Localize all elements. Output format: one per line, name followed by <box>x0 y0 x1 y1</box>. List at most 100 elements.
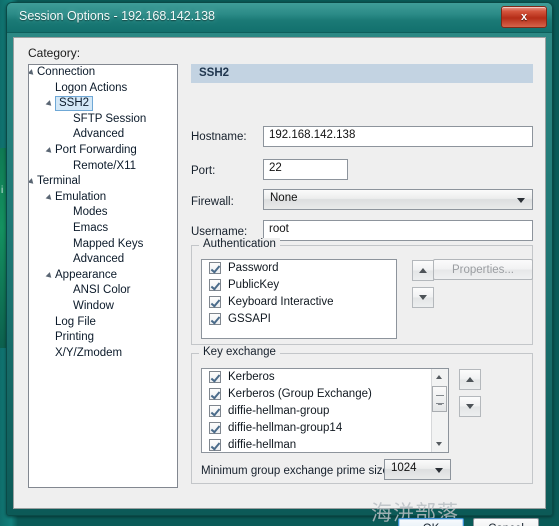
expand-triangle-icon[interactable] <box>29 65 39 81</box>
tree-item-label: Logon Actions <box>55 81 128 94</box>
scroll-down-icon[interactable] <box>432 436 447 452</box>
auth-item-label: PublicKey <box>228 279 280 291</box>
authentication-list[interactable]: Password PublicKey Keyboard Interactive GSS… <box>201 259 397 339</box>
tree-item-label: Advanced <box>73 253 125 266</box>
checkbox-icon[interactable] <box>209 422 221 434</box>
arrow-up-icon <box>466 377 474 382</box>
tree-item-logon-actions[interactable]: Logon Actions <box>29 81 177 97</box>
tree-item-log-file[interactable]: Log File <box>29 315 177 331</box>
checkbox-icon[interactable] <box>209 388 221 400</box>
kex-item[interactable]: diffie-hellman-group <box>202 403 432 420</box>
tree-item-ssh2[interactable]: SSH2 <box>29 96 177 112</box>
tree-item-remote-x11[interactable]: Remote/X11 <box>29 159 177 175</box>
chevron-down-icon <box>517 198 525 203</box>
checkbox-icon[interactable] <box>209 262 221 274</box>
kex-move-down-button[interactable] <box>459 396 481 417</box>
tree-item-label: Log File <box>55 315 96 328</box>
title-bar[interactable]: Session Options - 192.168.142.138 x <box>7 3 552 33</box>
tree-item-label: Remote/X11 <box>73 159 137 172</box>
prime-size-label: Minimum group exchange prime size: <box>201 465 393 477</box>
tree-item-connection[interactable]: Connection <box>29 65 177 81</box>
kex-item-label: diffie-hellman-group14 <box>228 422 343 434</box>
kex-item-label: Kerberos <box>228 371 275 383</box>
tree-item-emulation[interactable]: Emulation <box>29 190 177 206</box>
expand-triangle-icon[interactable] <box>45 268 57 284</box>
kex-item-label: Kerberos (Group Exchange) <box>228 388 372 400</box>
ok-button[interactable]: OK <box>398 518 464 526</box>
tree-item-terminal[interactable]: Terminal <box>29 174 177 190</box>
prime-size-value: 1024 <box>391 462 417 474</box>
auth-item[interactable]: GSSAPI <box>202 311 396 328</box>
tree-item-x-y-zmodem[interactable]: X/Y/Zmodem <box>29 346 177 362</box>
tree-item-mapped-keys[interactable]: Mapped Keys <box>29 237 177 253</box>
kex-item[interactable]: diffie-hellman-group14 <box>202 420 432 437</box>
session-options-window: Session Options - 192.168.142.138 x Cate… <box>6 2 553 526</box>
properties-button[interactable]: Properties... <box>433 259 533 280</box>
tree-item-label: Connection <box>37 66 96 78</box>
expand-triangle-icon[interactable] <box>45 143 57 159</box>
kex-item[interactable]: diffie-hellman <box>202 437 432 452</box>
tree-item-label: SSH2 <box>55 96 94 112</box>
checkbox-icon[interactable] <box>209 405 221 417</box>
close-icon[interactable]: x <box>501 6 547 28</box>
auth-item-label: Keyboard Interactive <box>228 296 334 308</box>
window-title: Session Options - 192.168.142.138 <box>19 9 215 23</box>
pane-header: SSH2 <box>191 64 533 83</box>
tree-item-appearance[interactable]: Appearance <box>29 268 177 284</box>
cancel-button[interactable]: Cancel <box>473 518 539 526</box>
checkbox-icon[interactable] <box>209 296 221 308</box>
kex-item[interactable]: Kerberos (Group Exchange) <box>202 386 432 403</box>
tree-item-label: Printing <box>55 331 94 344</box>
auth-item-label: GSSAPI <box>228 313 271 325</box>
tree-item-ansi-color[interactable]: ANSI Color <box>29 283 177 299</box>
auth-item[interactable]: Password <box>202 260 396 277</box>
tree-item-label: X/Y/Zmodem <box>55 346 123 359</box>
kex-move-up-button[interactable] <box>459 369 481 390</box>
hostname-input[interactable]: 192.168.142.138 <box>263 126 533 147</box>
port-label: Port: <box>191 165 216 177</box>
tree-item-sftp-session[interactable]: SFTP Session <box>29 112 177 128</box>
tree-item-window[interactable]: Window <box>29 299 177 315</box>
expand-triangle-icon[interactable] <box>45 96 57 112</box>
chevron-down-icon <box>435 468 443 473</box>
tree-item-label: Modes <box>73 206 108 219</box>
tree-item-label: Port Forwarding <box>55 143 137 156</box>
tree-item-label: Window <box>73 299 114 312</box>
tree-item-label: Mapped Keys <box>73 237 144 250</box>
username-label: Username: <box>191 226 248 238</box>
prime-size-select[interactable]: 1024 <box>384 459 451 480</box>
kex-item[interactable]: Kerberos <box>202 369 432 386</box>
checkbox-icon[interactable] <box>209 439 221 451</box>
tree-item-printing[interactable]: Printing <box>29 330 177 346</box>
category-tree[interactable]: Connection Logon Actions SSH2 SFTP Session A… <box>28 64 178 488</box>
arrow-down-icon <box>466 404 474 409</box>
tree-item-label: Emacs <box>73 221 109 234</box>
key-exchange-scrollbar[interactable] <box>431 369 448 452</box>
tree-item-label: Terminal <box>37 175 81 188</box>
kex-item-label: diffie-hellman <box>228 439 297 451</box>
expand-triangle-icon[interactable] <box>29 174 39 190</box>
tree-item-label: ANSI Color <box>73 284 131 297</box>
auth-move-down-button[interactable] <box>412 287 434 308</box>
port-input[interactable]: 22 <box>263 159 348 180</box>
auth-move-up-button[interactable] <box>412 260 434 281</box>
auth-item-label: Password <box>228 262 279 274</box>
key-exchange-list[interactable]: Kerberos Kerberos (Group Exchange) diffie-… <box>201 368 449 453</box>
tree-item-emacs[interactable]: Emacs <box>29 221 177 237</box>
checkbox-icon[interactable] <box>209 279 221 291</box>
tree-item-modes[interactable]: Modes <box>29 205 177 221</box>
checkbox-icon[interactable] <box>209 313 221 325</box>
firewall-select[interactable]: None <box>263 189 533 210</box>
username-input[interactable]: root <box>263 220 533 241</box>
scroll-up-icon[interactable] <box>432 369 447 385</box>
expand-triangle-icon[interactable] <box>45 190 57 206</box>
tree-item-advanced[interactable]: Advanced <box>29 127 177 143</box>
auth-item[interactable]: Keyboard Interactive <box>202 294 396 311</box>
tree-item-advanced[interactable]: Advanced <box>29 252 177 268</box>
kex-item-label: diffie-hellman-group <box>228 405 330 417</box>
auth-item[interactable]: PublicKey <box>202 277 396 294</box>
scrollbar-thumb[interactable] <box>432 386 447 412</box>
tree-item-port-forwarding[interactable]: Port Forwarding <box>29 143 177 159</box>
tree-item-label: Advanced <box>73 128 125 141</box>
checkbox-icon[interactable] <box>209 371 221 383</box>
